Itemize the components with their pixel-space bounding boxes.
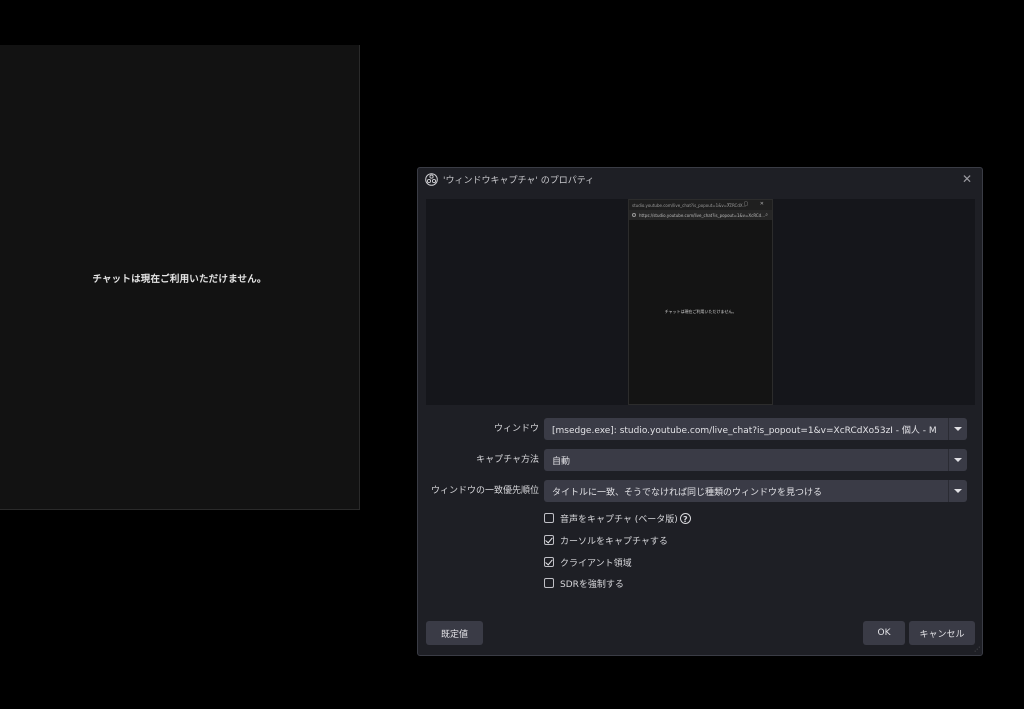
chevron-down-icon[interactable] (948, 449, 967, 471)
chat-unavailable-message: チャットは現在ご利用いただけません。 (92, 274, 267, 285)
capture-cursor-label: カーソルをキャプチャする (560, 536, 668, 547)
force-sdr-label: SDRを強制する (560, 579, 624, 590)
chat-popout-window: チャットは現在ご利用いただけません。 (0, 45, 360, 510)
match-priority-label: ウィンドウの一致優先順位 (430, 486, 539, 496)
client-area-label: クライアント領域 (560, 558, 632, 569)
capture-cursor-checkbox[interactable]: カーソルをキャプチャする (544, 532, 668, 548)
capture-method-label: キャプチャ方法 (476, 455, 539, 465)
window-select-value: [msedge.exe]: studio.youtube.com/live_ch… (552, 425, 937, 436)
zoom-icon: ⌕ (765, 212, 768, 218)
checkbox-box[interactable] (544, 578, 554, 588)
checkbox-box[interactable] (544, 513, 554, 523)
lock-icon (632, 213, 636, 217)
chevron-down-icon[interactable] (948, 418, 967, 440)
capture-audio-label: 音声をキャプチャ (ベータ版) (560, 514, 678, 525)
preview-window-controls: — ▢ ✕ (726, 201, 769, 207)
capture-method-select[interactable]: 自動 (544, 449, 967, 471)
checkbox-box[interactable] (544, 557, 554, 567)
help-icon[interactable]: ? (679, 512, 691, 524)
window-select[interactable]: [msedge.exe]: studio.youtube.com/live_ch… (544, 418, 967, 440)
window-label: ウィンドウ (493, 424, 539, 434)
chevron-down-icon[interactable] (948, 480, 967, 502)
checkbox-box[interactable] (544, 535, 554, 545)
capture-method-row: キャプチャ方法 自動 (418, 449, 984, 471)
properties-dialog: 'ウィンドウキャプチャ' のプロパティ ✕ studio.youtube.com… (417, 167, 983, 656)
preview-browser-window: studio.youtube.com/live_chat?is_popout=1… (628, 199, 773, 405)
obs-logo-icon (425, 172, 438, 186)
preview-chat-message: チャットは現在ご利用いただけません。 (664, 309, 737, 314)
ok-button[interactable]: OK (863, 621, 905, 645)
preview-address-bar: https://studio.youtube.com/live_chat?is_… (629, 210, 772, 220)
capture-audio-checkbox[interactable]: 音声をキャプチャ (ベータ版) ? (544, 510, 691, 526)
match-priority-select[interactable]: タイトルに一致、そうでなければ同じ種類のウィンドウを見つける (544, 480, 967, 502)
window-row: ウィンドウ [msedge.exe]: studio.youtube.com/l… (418, 418, 984, 440)
capture-method-value: 自動 (552, 456, 571, 467)
match-priority-value: タイトルに一致、そうでなければ同じ種類のウィンドウを見つける (552, 487, 823, 498)
resize-grip-icon[interactable]: ⋰ (974, 647, 980, 653)
capture-preview: studio.youtube.com/live_chat?is_popout=1… (426, 199, 975, 405)
dialog-title: 'ウィンドウキャプチャ' のプロパティ (443, 175, 595, 186)
preview-window-titlebar: studio.youtube.com/live_chat?is_popout=1… (629, 200, 772, 210)
close-icon[interactable]: ✕ (960, 172, 974, 186)
match-priority-row: ウィンドウの一致優先順位 タイトルに一致、そうでなければ同じ種類のウィンドウを見… (418, 480, 984, 502)
defaults-button[interactable]: 既定値 (426, 621, 483, 645)
cancel-button[interactable]: キャンセル (909, 621, 975, 645)
dialog-titlebar[interactable]: 'ウィンドウキャプチャ' のプロパティ ✕ (418, 168, 982, 190)
force-sdr-checkbox[interactable]: SDRを強制する (544, 575, 624, 591)
client-area-checkbox[interactable]: クライアント領域 (544, 554, 632, 570)
preview-url: https://studio.youtube.com/live_chat?is_… (639, 212, 766, 218)
